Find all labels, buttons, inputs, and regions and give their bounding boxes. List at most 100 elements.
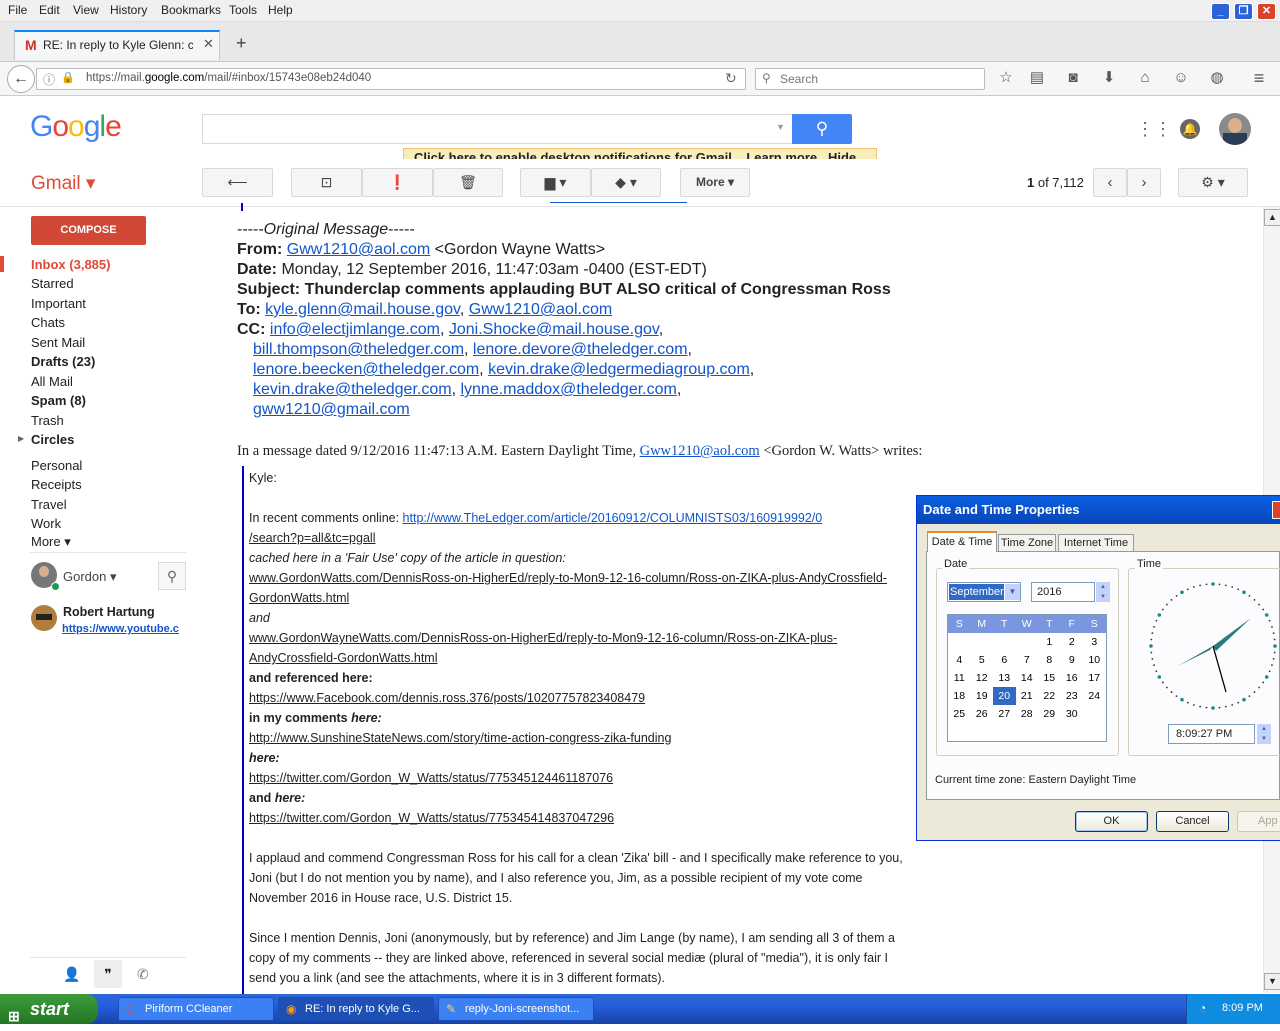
sunshine-link[interactable]: http://www.SunshineStateNews.com/story/t… bbox=[249, 731, 671, 745]
ledger-article-link[interactable]: http://www.TheLedger.com/article/2016091… bbox=[403, 511, 823, 525]
dated-link[interactable]: Gww1210@aol.com bbox=[640, 443, 760, 459]
apps-grid-icon[interactable]: ⋮⋮ bbox=[1136, 119, 1172, 140]
calendar-day[interactable]: 30 bbox=[1061, 705, 1084, 723]
sidebar-item-work[interactable]: Work bbox=[31, 516, 61, 531]
pocket-icon[interactable]: ◙ bbox=[1063, 68, 1083, 88]
cc-link-8[interactable]: lynne.maddox@theledger.com bbox=[460, 381, 676, 398]
reading-list-icon[interactable]: ▤ bbox=[1027, 68, 1047, 88]
task-screenshot[interactable]: reply-Joni-screenshot... ✎ bbox=[438, 997, 594, 1021]
calendar-day[interactable]: 26 bbox=[971, 705, 994, 723]
calendar-day[interactable]: 19 bbox=[971, 687, 994, 705]
calendar-day[interactable]: 2 bbox=[1061, 633, 1084, 651]
sidebar-item-receipts[interactable]: Receipts bbox=[31, 477, 82, 492]
close-icon[interactable]: ✕ bbox=[1257, 3, 1276, 20]
calendar-day[interactable]: 17 bbox=[1083, 669, 1106, 687]
cc-link-3[interactable]: bill.thompson@theledger.com bbox=[253, 341, 464, 358]
account-avatar[interactable] bbox=[1219, 113, 1251, 145]
gordonwaynewatts-link[interactable]: www.GordonWayneWatts.com/DennisRoss-on-H… bbox=[249, 631, 837, 645]
cc-link-6[interactable]: kevin.drake@ledgermediagroup.com bbox=[488, 361, 750, 378]
time-field[interactable]: 8:09:27 PM bbox=[1168, 724, 1255, 744]
search-options-icon[interactable]: ▼ bbox=[776, 122, 785, 132]
more-button[interactable]: More ▾ bbox=[680, 168, 750, 197]
time-down-icon[interactable]: ▼ bbox=[1257, 734, 1271, 744]
info-icon[interactable]: ⓘ bbox=[43, 71, 55, 88]
calendar-day[interactable]: 10 bbox=[1083, 651, 1106, 669]
ledger-article-link-cont[interactable]: /search?p=all&tc=pgall bbox=[249, 531, 375, 545]
year-up-icon[interactable]: ▲ bbox=[1096, 582, 1110, 592]
compose-button[interactable]: COMPOSE bbox=[31, 216, 146, 245]
cc-link-7[interactable]: kevin.drake@theledger.com bbox=[253, 381, 452, 398]
calendar-day[interactable]: 14 bbox=[1016, 669, 1039, 687]
calendar-day[interactable]: 29 bbox=[1038, 705, 1061, 723]
ok-button[interactable]: OK bbox=[1075, 811, 1148, 832]
cc-link-4[interactable]: lenore.devore@theledger.com bbox=[473, 341, 688, 358]
task-ccleaner[interactable]: Piriform CCleaner C bbox=[118, 997, 274, 1021]
sidebar-item-inbox[interactable]: Inbox (3,885) bbox=[31, 257, 110, 272]
year-down-icon[interactable]: ▼ bbox=[1096, 592, 1110, 602]
dialog-close-icon[interactable] bbox=[1272, 501, 1280, 519]
scroll-down-icon[interactable]: ▼ bbox=[1264, 973, 1280, 990]
sidebar-item-trash[interactable]: Trash bbox=[31, 413, 64, 428]
apply-button[interactable]: App bbox=[1237, 811, 1280, 832]
cc-link-5[interactable]: lenore.beecken@theledger.com bbox=[253, 361, 479, 378]
calendar-day[interactable]: 6 bbox=[993, 651, 1016, 669]
calendar-day[interactable]: 27 bbox=[993, 705, 1016, 723]
scroll-up-icon[interactable]: ▲ bbox=[1264, 209, 1280, 226]
gordonwatts-link-cont[interactable]: GordonWatts.html bbox=[249, 591, 349, 605]
sidebar-item-drafts[interactable]: Drafts (23) bbox=[31, 354, 95, 369]
calendar-day[interactable]: 25 bbox=[948, 705, 971, 723]
phone-icon[interactable]: ✆ bbox=[137, 966, 149, 983]
older-button[interactable]: › bbox=[1127, 168, 1161, 197]
twitter-link-2[interactable]: https://twitter.com/Gordon_W_Watts/statu… bbox=[249, 811, 614, 825]
time-up-icon[interactable]: ▲ bbox=[1257, 724, 1271, 734]
calendar-day[interactable]: 13 bbox=[993, 669, 1016, 687]
move-to-button[interactable]: ▆ ▾ bbox=[520, 168, 591, 197]
sidebar-item-travel[interactable]: Travel bbox=[31, 497, 67, 512]
contacts-icon[interactable]: 👤 bbox=[63, 966, 80, 983]
new-tab-icon[interactable]: + bbox=[236, 33, 247, 54]
task-firefox[interactable]: RE: In reply to Kyle G... ◉ bbox=[278, 997, 434, 1021]
to-link-1[interactable]: kyle.glenn@mail.house.gov bbox=[265, 301, 460, 318]
cancel-button[interactable]: Cancel bbox=[1156, 811, 1229, 832]
twitter-link-1[interactable]: https://twitter.com/Gordon_W_Watts/statu… bbox=[249, 771, 613, 785]
address-bar[interactable]: ⓘ 🔒 https://mail.google.com/mail/#inbox/… bbox=[36, 68, 746, 90]
sidebar-item-personal[interactable]: Personal bbox=[31, 458, 82, 473]
calendar-day[interactable]: 12 bbox=[971, 669, 994, 687]
contact-link[interactable]: https://www.youtube.c bbox=[62, 623, 186, 635]
bookmark-star-icon[interactable]: ☆ bbox=[996, 68, 1016, 88]
calendar-day[interactable]: 4 bbox=[948, 651, 971, 669]
mail-search-input[interactable]: ▼ bbox=[202, 114, 793, 144]
contact-name[interactable]: Robert Hartung bbox=[63, 605, 155, 619]
menu-file[interactable]: File bbox=[8, 3, 27, 17]
sidebar-item-more[interactable]: More ▾ bbox=[31, 534, 71, 550]
calendar-day[interactable]: 8 bbox=[1038, 651, 1061, 669]
menu-bookmarks[interactable]: Bookmarks bbox=[161, 3, 221, 17]
start-button[interactable]: ⊞ start bbox=[0, 994, 98, 1024]
sidebar-item-spam[interactable]: Spam (8) bbox=[31, 393, 86, 408]
back-to-inbox-button[interactable]: ⟵ bbox=[202, 168, 273, 197]
month-dropdown-icon[interactable]: ▼ bbox=[1005, 584, 1020, 600]
hangouts-icon[interactable]: ❞ bbox=[94, 960, 122, 988]
google-logo[interactable]: Google bbox=[30, 110, 122, 144]
calendar-day[interactable]: 7 bbox=[1016, 651, 1039, 669]
menu-tools[interactable]: Tools bbox=[229, 3, 257, 17]
tray-icon[interactable]: ◔ bbox=[1199, 1001, 1206, 1015]
sidebar-item-circles[interactable]: Circles bbox=[31, 432, 74, 447]
gordonwaynewatts-link-cont[interactable]: AndyCrossfield-GordonWatts.html bbox=[249, 651, 438, 665]
menu-edit[interactable]: Edit bbox=[39, 3, 60, 17]
tab-close-icon[interactable]: ✕ bbox=[203, 36, 214, 52]
calendar-day[interactable]: 9 bbox=[1061, 651, 1084, 669]
minimize-icon[interactable]: _ bbox=[1211, 3, 1230, 20]
facebook-link[interactable]: https://www.Facebook.com/dennis.ross.376… bbox=[249, 691, 645, 705]
expand-arrow-icon[interactable]: ▶ bbox=[18, 434, 24, 443]
settings-button[interactable]: ⚙ ▾ bbox=[1178, 168, 1248, 197]
year-field[interactable]: 2016 bbox=[1031, 582, 1095, 602]
delete-button[interactable]: 🗑 bbox=[433, 168, 503, 197]
menu-help[interactable]: Help bbox=[268, 3, 293, 17]
sidebar-item-important[interactable]: Important bbox=[31, 296, 86, 311]
back-icon[interactable]: ← bbox=[7, 65, 35, 93]
hangouts-search-icon[interactable]: ⚲ bbox=[158, 562, 186, 590]
reload-icon[interactable]: ↻ bbox=[725, 70, 737, 87]
download-icon[interactable]: ⬇ bbox=[1099, 68, 1119, 88]
calendar-day-selected[interactable]: 20 bbox=[993, 687, 1016, 705]
